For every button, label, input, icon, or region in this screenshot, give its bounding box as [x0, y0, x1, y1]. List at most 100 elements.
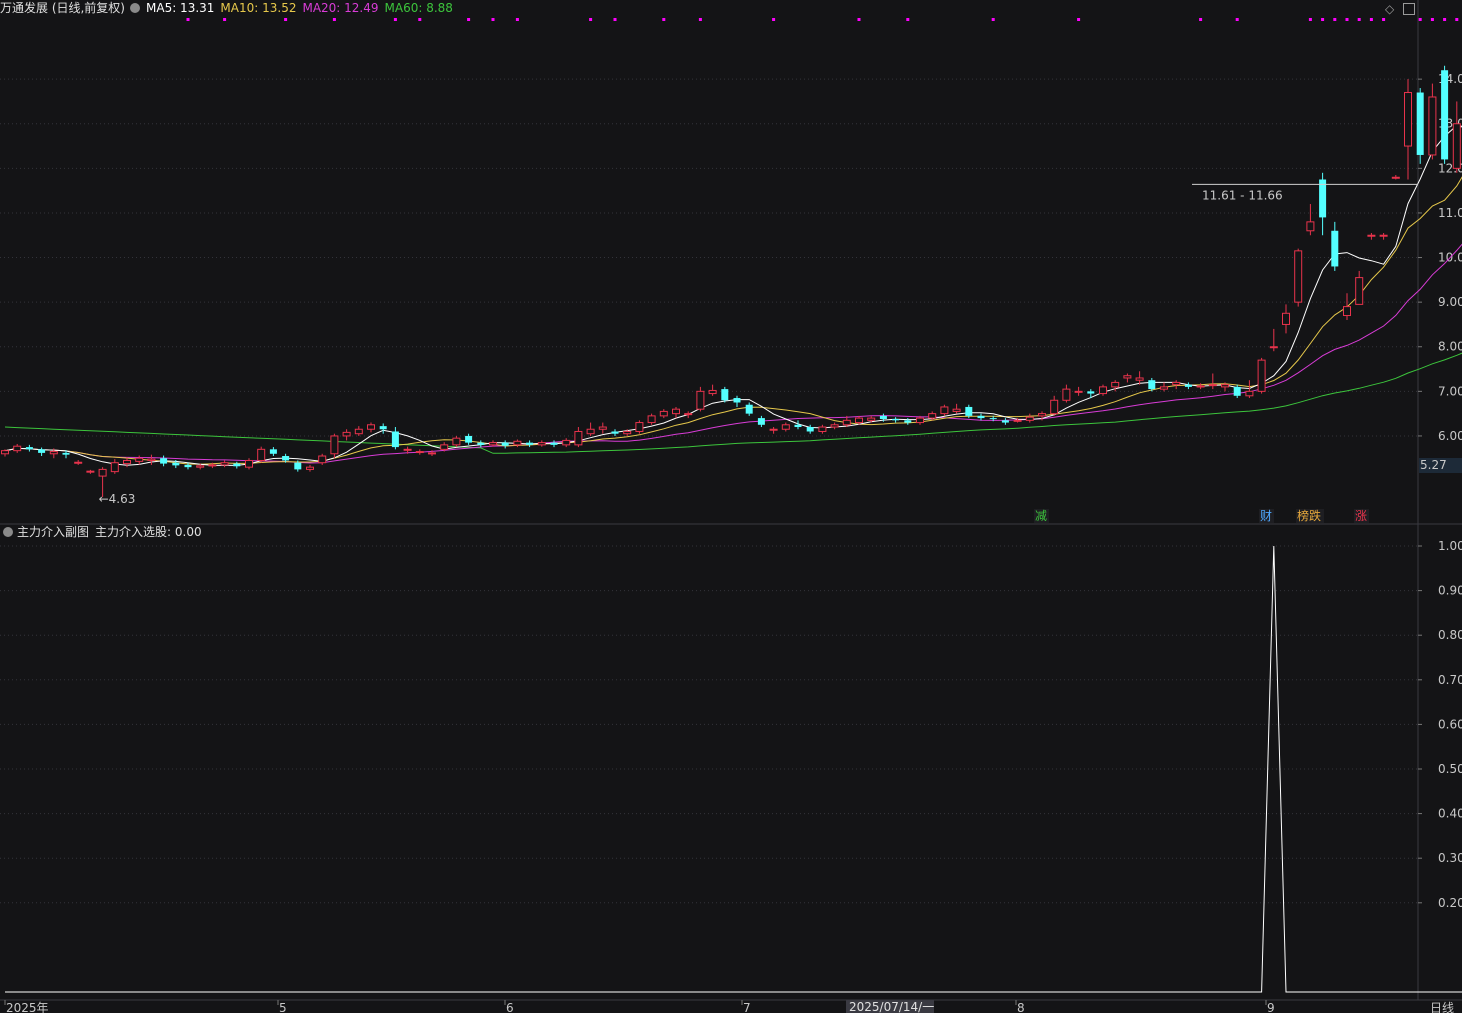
candle-body-down — [294, 462, 302, 470]
signal-dot — [698, 18, 702, 21]
candle-body-down — [794, 424, 802, 428]
candle-body-down — [233, 463, 241, 467]
candle-body-up — [415, 451, 424, 454]
low-annotation: ←4.63 — [99, 492, 136, 506]
candle-body-up — [623, 430, 632, 435]
signal-dot — [1418, 18, 1422, 21]
candle-body-down — [1416, 92, 1424, 155]
candle-body-up — [684, 413, 693, 416]
candle-body-up — [86, 470, 95, 473]
candle-body-down — [904, 420, 912, 423]
candle-body-down — [757, 418, 765, 425]
candle-body-up — [769, 428, 778, 431]
signal-dot — [284, 18, 288, 21]
candle-body-up — [1343, 306, 1351, 317]
candle-body-up — [696, 390, 705, 410]
stock-title[interactable]: 万通发展 (日线,前复权) — [0, 1, 125, 15]
ma60-value: MA60: 8.88 — [384, 1, 453, 15]
signal-dot — [1077, 18, 1081, 21]
sub-y-tick-label: 0.50 — [1438, 762, 1462, 776]
circle-chevron-icon[interactable] — [130, 3, 140, 13]
sub-y-tick-label: 0.20 — [1438, 896, 1462, 910]
event-marker: 财 — [1260, 509, 1272, 523]
x-tick-label: 2025年 — [6, 1001, 49, 1013]
signal-dot — [1333, 18, 1337, 21]
y-tick-label: 9.00 — [1438, 295, 1462, 309]
candle-body-up — [49, 451, 58, 455]
candle-body-up — [1135, 377, 1144, 381]
candle-body-up — [842, 419, 851, 426]
circle-chevron-icon[interactable] — [3, 527, 13, 537]
candle-body-up — [1282, 312, 1290, 325]
candle-body-up — [647, 415, 656, 424]
candle-body-up — [598, 426, 607, 430]
candle-body-up — [1050, 399, 1059, 415]
range-annotation: 11.61 - 11.66 — [1202, 188, 1283, 202]
sub-chart-value: 主力介入选股: 0.00 — [95, 525, 202, 539]
candle-body-up — [1367, 234, 1376, 237]
candle-body-up — [403, 448, 412, 451]
candle-body-up — [818, 426, 827, 432]
candle-body-down — [1319, 179, 1327, 218]
signal-dot — [1357, 18, 1361, 21]
candle-body-up — [867, 417, 876, 421]
candle-body-up — [1062, 388, 1071, 401]
candle-body-up — [1160, 386, 1168, 390]
signal-dot — [1235, 18, 1239, 21]
candle-body-up — [257, 448, 266, 461]
event-marker: 涨 — [1355, 508, 1367, 523]
candle-body-down — [477, 442, 485, 445]
candle-body-down — [391, 431, 399, 448]
signal-dot — [1430, 18, 1434, 21]
signal-dot — [613, 18, 617, 21]
candle-body-up — [330, 435, 339, 455]
candle-body-up — [196, 465, 205, 468]
x-tick-label: 8 — [1017, 1001, 1025, 1013]
candle-body-up — [537, 442, 546, 446]
signal-dot — [223, 18, 227, 21]
sub-y-tick-label: 0.60 — [1438, 717, 1462, 731]
candle-body-up — [830, 424, 839, 428]
signal-dot — [857, 18, 861, 21]
candle-body-down — [977, 415, 985, 419]
candle-body-up — [1269, 346, 1278, 349]
sub-y-tick-label: 0.90 — [1438, 584, 1462, 598]
candle-body-up — [440, 444, 449, 450]
candle-body-up — [1013, 419, 1022, 422]
y-tick-label: 6.00 — [1438, 429, 1462, 443]
signal-dot — [332, 18, 336, 21]
sub-chart-title[interactable]: 主力介入副图 — [17, 525, 89, 539]
signal-dot — [662, 18, 666, 21]
candle-body-up — [1306, 221, 1315, 232]
current-price-label: 5.27 — [1420, 458, 1447, 472]
signal-dot — [1308, 18, 1312, 21]
crosshair-date-label: 2025/07/14/一 — [849, 1000, 934, 1013]
candle-body-up — [1111, 381, 1120, 388]
candle-body-up — [318, 455, 327, 464]
stock-chart[interactable]: 6.007.008.009.0010.0011.0012.0013.0014.0… — [0, 0, 1462, 1013]
y-tick-label: 8.00 — [1438, 340, 1462, 354]
signal-dot — [467, 18, 471, 21]
candle-body-up — [574, 430, 583, 446]
candle-body-up — [245, 459, 253, 468]
candle-body-up — [489, 442, 497, 446]
period-label: 日线 — [1430, 1001, 1454, 1013]
candle-body-down — [1087, 391, 1095, 394]
signal-dot — [1321, 18, 1325, 21]
candle-body-up — [513, 440, 522, 446]
candle-body-up — [220, 462, 229, 466]
candle-body-down — [160, 458, 168, 464]
candle-body-up — [562, 439, 571, 446]
x-tick-label: 5 — [279, 1001, 287, 1013]
candle-body-up — [781, 424, 790, 430]
sub-chart-header: 主力介入副图 主力介入选股: 0.00 — [0, 524, 202, 542]
candle-body-down — [172, 462, 180, 466]
event-marker: 减 — [1035, 509, 1047, 523]
diamond-icon[interactable]: ◇ — [1385, 2, 1394, 16]
candle-body-up — [708, 389, 717, 395]
candle-body-up — [147, 458, 156, 461]
candle-body-up — [1074, 390, 1083, 393]
signal-dot — [1455, 18, 1459, 21]
x-tick-label: 9 — [1267, 1001, 1275, 1013]
window-icon[interactable] — [1403, 3, 1415, 15]
